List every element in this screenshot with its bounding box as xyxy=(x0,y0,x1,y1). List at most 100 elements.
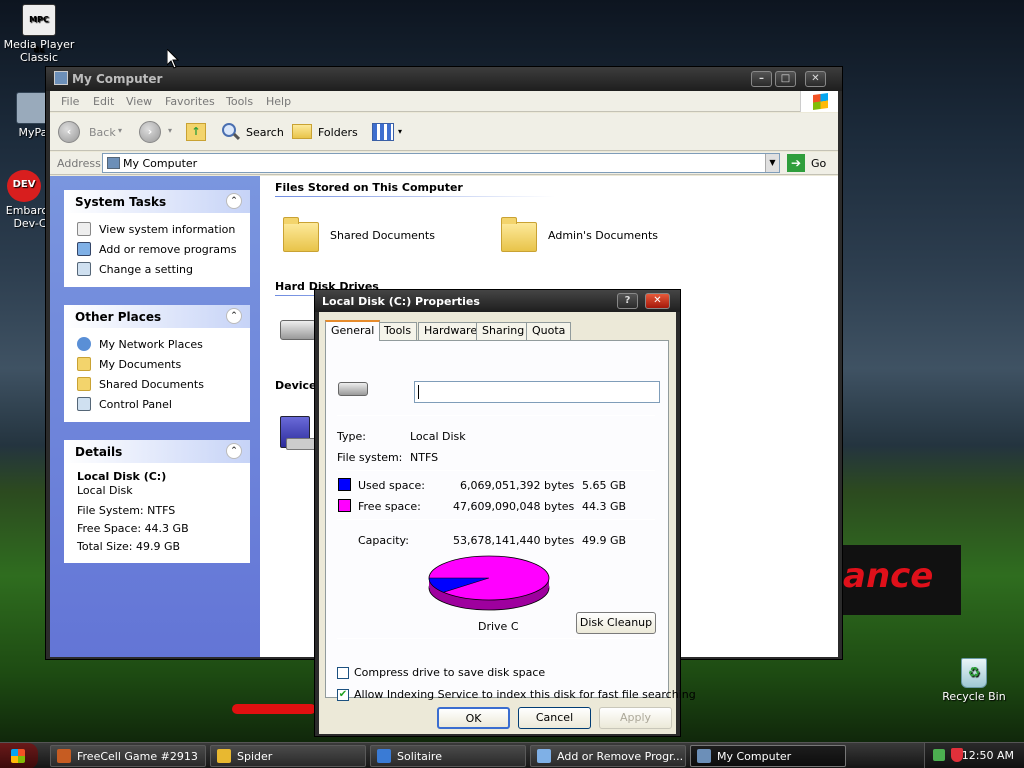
place-my-documents[interactable]: My Documents xyxy=(65,355,249,375)
start-button[interactable] xyxy=(0,743,38,768)
freecell-icon xyxy=(57,749,71,763)
disk-cleanup-button[interactable]: Disk Cleanup xyxy=(576,612,656,634)
indexing-checkbox[interactable]: ✔ xyxy=(337,689,349,701)
window-titlebar[interactable]: My Computer – □ ✕ xyxy=(46,67,842,91)
taskbar-item-my-computer[interactable]: My Computer xyxy=(690,745,846,767)
collapse-icon[interactable]: ⌃ xyxy=(226,193,242,209)
place-control-panel[interactable]: Control Panel xyxy=(65,395,249,415)
collapse-icon[interactable]: ⌃ xyxy=(226,443,242,459)
task-view-system-info[interactable]: View system information xyxy=(65,220,249,240)
desktop-icon-recycle-bin[interactable]: ♻ Recycle Bin xyxy=(936,658,1012,703)
system-tasks-header[interactable]: System Tasks ⌃ xyxy=(64,190,250,213)
address-dropdown-icon[interactable]: ▼ xyxy=(765,154,779,172)
address-label: Address xyxy=(57,157,101,170)
free-space-label: Free space: xyxy=(358,500,421,513)
properties-dialog: Local Disk (C:) Properties ? ✕ General T… xyxy=(314,289,696,737)
details-body: Local Disk (C:) Local Disk File System: … xyxy=(64,463,250,563)
folder-admins-documents[interactable]: Admin's Documents xyxy=(548,229,658,242)
ok-button[interactable]: OK xyxy=(437,707,510,729)
forward-button[interactable]: › xyxy=(139,121,161,143)
folder-icon[interactable] xyxy=(283,217,319,252)
network-places-icon xyxy=(77,337,91,351)
back-button[interactable]: ‹ Back xyxy=(58,121,124,143)
details-header[interactable]: Details ⌃ xyxy=(64,440,250,463)
media-player-icon: MPC BE xyxy=(22,4,56,54)
back-arrow-icon: ‹ xyxy=(58,121,80,143)
dialog-titlebar[interactable]: Local Disk (C:) Properties ? ✕ xyxy=(315,290,680,312)
menu-edit[interactable]: Edit xyxy=(93,95,114,108)
system-tasks-body: View system information Add or remove pr… xyxy=(64,213,250,287)
files-section-title: Files Stored on This Computer xyxy=(275,181,463,194)
apply-button[interactable]: Apply xyxy=(599,707,672,729)
toolbar: ‹ Back ▾ › ▾ ↑ Search Folders ▾ xyxy=(50,113,838,151)
dialog-close-button[interactable]: ✕ xyxy=(645,293,670,309)
views-button[interactable]: ▾ xyxy=(372,121,404,143)
details-filesystem: File System: NTFS xyxy=(77,504,176,517)
add-remove-icon xyxy=(537,749,551,763)
compress-checkbox[interactable] xyxy=(337,667,349,679)
tab-tools[interactable]: Tools xyxy=(378,322,418,340)
general-tab-panel: Type: Local Disk File system: NTFS Used … xyxy=(325,340,696,701)
tab-general[interactable]: General xyxy=(325,320,381,341)
divider xyxy=(337,415,655,416)
up-button[interactable]: ↑ xyxy=(186,121,208,143)
close-button[interactable]: ✕ xyxy=(805,71,826,87)
menu-file[interactable]: File xyxy=(61,95,79,108)
folder-shared-documents[interactable]: Shared Documents xyxy=(330,229,435,242)
other-places-body: My Network Places My Documents Shared Do… xyxy=(64,328,250,422)
maximize-button[interactable]: □ xyxy=(775,71,796,87)
control-panel-icon xyxy=(77,262,91,276)
task-change-setting[interactable]: Change a setting xyxy=(65,260,249,280)
dev-cpp-icon: DEV xyxy=(7,170,41,202)
forward-arrow-icon: › xyxy=(139,121,161,143)
menu-bar: File Edit View Favorites Tools Help xyxy=(50,91,838,112)
menu-favorites[interactable]: Favorites xyxy=(165,95,215,108)
desktop-icon-label: Media Player Classic xyxy=(3,38,75,64)
taskbar-item-solitaire[interactable]: Solitaire xyxy=(370,745,526,767)
free-space-swatch xyxy=(338,499,351,512)
taskbar-item-add-remove[interactable]: Add or Remove Progr... xyxy=(530,745,686,767)
back-dropdown-icon[interactable]: ▾ xyxy=(118,121,126,143)
menu-view[interactable]: View xyxy=(126,95,152,108)
section-divider xyxy=(275,196,555,197)
other-places-header[interactable]: Other Places ⌃ xyxy=(64,305,250,328)
network-tray-icon[interactable] xyxy=(933,749,945,761)
task-add-remove-programs[interactable]: Add or remove programs xyxy=(65,240,249,260)
capacity-bytes: 53,678,141,440 bytes xyxy=(453,534,575,547)
minimize-button[interactable]: – xyxy=(751,71,772,87)
tab-sharing[interactable]: Sharing xyxy=(476,322,531,340)
collapse-icon[interactable]: ⌃ xyxy=(226,308,242,324)
menu-tools[interactable]: Tools xyxy=(226,95,253,108)
background-red-bar xyxy=(232,704,316,714)
search-button[interactable]: Search xyxy=(222,121,286,143)
tab-quota[interactable]: Quota xyxy=(526,322,572,340)
desktop-icon-media-player[interactable]: MPC BE Media Player Classic xyxy=(1,4,77,64)
add-remove-icon xyxy=(77,242,91,256)
taskbar-item-freecell[interactable]: FreeCell Game #2913 xyxy=(50,745,206,767)
folder-icon[interactable] xyxy=(501,217,537,252)
help-button[interactable]: ? xyxy=(617,293,638,309)
filesystem-value: NTFS xyxy=(410,451,439,464)
background-banner-text: ance xyxy=(843,556,934,596)
cancel-button[interactable]: Cancel xyxy=(518,707,591,729)
tab-hardware[interactable]: Hardware xyxy=(418,322,484,340)
folders-button[interactable]: Folders xyxy=(292,121,362,143)
compress-label[interactable]: Compress drive to save disk space xyxy=(354,666,545,679)
menu-help[interactable]: Help xyxy=(266,95,291,108)
place-shared-documents[interactable]: Shared Documents xyxy=(65,375,249,395)
capacity-label: Capacity: xyxy=(358,534,409,547)
drive-name-input[interactable] xyxy=(414,381,660,403)
address-input[interactable]: My Computer ▼ xyxy=(102,153,780,173)
system-tasks-title: System Tasks xyxy=(75,195,167,209)
place-network[interactable]: My Network Places xyxy=(65,335,249,355)
mouse-cursor-icon xyxy=(167,49,179,69)
forward-dropdown-icon[interactable]: ▾ xyxy=(168,121,176,143)
indexing-label[interactable]: Allow Indexing Service to index this dis… xyxy=(354,688,696,701)
taskbar-item-spider[interactable]: Spider xyxy=(210,745,366,767)
hard-disk-icon[interactable] xyxy=(280,320,316,340)
type-value: Local Disk xyxy=(410,430,466,443)
taskbar: FreeCell Game #2913 Spider Solitaire Add… xyxy=(0,742,1024,768)
details-title: Details xyxy=(75,445,123,459)
views-icon xyxy=(372,123,394,141)
details-name: Local Disk (C:) xyxy=(77,470,167,483)
